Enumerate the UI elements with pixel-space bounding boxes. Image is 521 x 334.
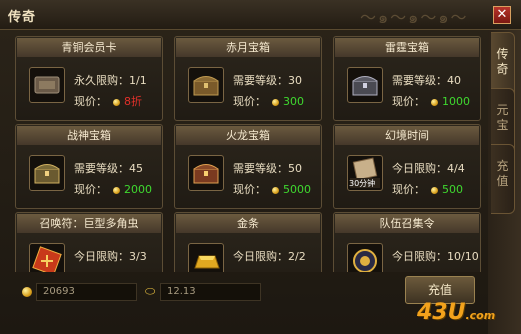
purchase-limit: 永久限购：1/1	[74, 74, 147, 87]
gold-balance: 20693	[36, 283, 137, 301]
shop-item-card[interactable]: 赤月宝箱 需要等级：30 现价： 300	[174, 36, 322, 121]
shop-item-card[interactable]: 召唤符：巨型多角虫 今日限购：3/3	[15, 212, 163, 272]
item-grid: 青铜会员卡 永久限购：1/1 现价： 8折 赤月宝箱 需要等级：30 现价： 300…	[8, 32, 488, 272]
gold-coin-icon	[431, 186, 438, 194]
price-row: 现价： 1000	[392, 93, 470, 109]
gold-coin-icon	[272, 98, 279, 106]
price-label: 现价：	[233, 183, 266, 196]
shop-item-card[interactable]: 青铜会员卡 永久限购：1/1 现价： 8折	[15, 36, 163, 121]
level-requirement: 需要等级：50	[233, 162, 302, 175]
shop-item-card[interactable]: 队伍召集令 今日限购：10/10	[333, 212, 481, 272]
watermark-suffix: .com	[465, 309, 496, 322]
shop-item-card[interactable]: 战神宝箱 需要等级：45 现价： 2000	[15, 124, 163, 209]
tab-recharge[interactable]: 充值	[491, 144, 515, 214]
tab-label: 传奇	[496, 47, 509, 76]
shop-window: 传奇 〜๑〜๑〜๑〜 ✕ 传奇 元宝 充值 青铜会员卡 永久限购：1/1 现价：…	[0, 0, 521, 334]
level-requirement: 需要等级：30	[233, 74, 302, 87]
price-label: 现价：	[392, 183, 425, 196]
gold-coin-icon	[431, 98, 438, 106]
watermark-main: 43U	[417, 300, 466, 325]
gold-coin-icon	[113, 186, 120, 194]
purchase-limit: 今日限购：4/4	[392, 162, 465, 175]
price-row: 现价： 500	[392, 181, 463, 197]
item-name: 青铜会员卡	[17, 38, 161, 57]
title-bar: 传奇 〜๑〜๑〜๑〜 ✕	[0, 0, 521, 30]
purchase-limit: 今日限购：2/2	[233, 250, 306, 263]
gold-coin-icon	[272, 186, 279, 194]
price-label: 现价：	[233, 95, 266, 108]
tab-label: 元宝	[496, 103, 509, 132]
purchase-limit: 今日限购：10/10	[392, 250, 479, 263]
gold-bar-icon[interactable]	[188, 243, 224, 272]
price-value: 5000	[283, 183, 311, 196]
level-requirement: 需要等级：40	[392, 74, 461, 87]
yuanbao-icon: ⬭	[145, 284, 156, 298]
item-name: 幻境时间	[335, 126, 479, 145]
title-ornament: 〜๑〜๑〜๑〜	[360, 8, 469, 26]
shop-item-card[interactable]: 幻境时间 30分钟 今日限购：4/4 现价： 500	[333, 124, 481, 209]
shop-item-card[interactable]: 金条 今日限购：2/2	[174, 212, 322, 272]
item-name: 召唤符：巨型多角虫	[17, 214, 161, 233]
purchase-limit: 今日限购：3/3	[74, 250, 147, 263]
price-row: 现价： 300	[233, 93, 304, 109]
site-watermark: 43U.com	[417, 300, 517, 330]
price-value: 300	[283, 95, 304, 108]
dragon-chest-icon[interactable]	[188, 155, 224, 191]
shop-item-card[interactable]: 雷霆宝箱 需要等级：40 现价： 1000	[333, 36, 481, 121]
price-row: 现价： 5000	[233, 181, 311, 197]
price-label: 现价：	[392, 95, 425, 108]
item-name: 金条	[176, 214, 320, 233]
currency-bar: 20693 ⬭ 12.13 充值	[8, 276, 488, 308]
level-requirement: 需要等级：45	[74, 162, 143, 175]
gold-coin-icon	[22, 287, 32, 297]
price-value: 1000	[442, 95, 470, 108]
silver-chest-icon[interactable]	[347, 67, 383, 103]
tab-label: 充值	[496, 159, 509, 188]
price-value: 2000	[124, 183, 152, 196]
duration-label: 30分钟	[349, 179, 376, 188]
close-button[interactable]: ✕	[493, 6, 511, 24]
item-name: 火龙宝箱	[176, 126, 320, 145]
summon-talisman-icon[interactable]	[29, 243, 65, 272]
item-name: 战神宝箱	[17, 126, 161, 145]
price-value: 8折	[124, 95, 142, 108]
team-summon-icon[interactable]	[347, 243, 383, 272]
item-name: 赤月宝箱	[176, 38, 320, 57]
price-row: 现价： 8折	[74, 93, 142, 109]
item-name: 队伍召集令	[335, 214, 479, 233]
gold-chest-icon[interactable]	[29, 155, 65, 191]
shop-item-card[interactable]: 火龙宝箱 需要等级：50 现价： 5000	[174, 124, 322, 209]
price-row: 现价： 2000	[74, 181, 152, 197]
vip-card-icon[interactable]	[29, 67, 65, 103]
gold-coin-icon	[113, 98, 120, 106]
price-label: 现价：	[74, 95, 107, 108]
price-label: 现价：	[74, 183, 107, 196]
side-tab-bar: 传奇 元宝 充值	[488, 30, 521, 334]
yuanbao-balance: 12.13	[160, 283, 261, 301]
item-name: 雷霆宝箱	[335, 38, 479, 57]
price-value: 500	[442, 183, 463, 196]
treasure-chest-icon[interactable]	[188, 67, 224, 103]
window-title: 传奇	[8, 10, 37, 25]
time-scroll-icon[interactable]: 30分钟	[347, 155, 383, 191]
